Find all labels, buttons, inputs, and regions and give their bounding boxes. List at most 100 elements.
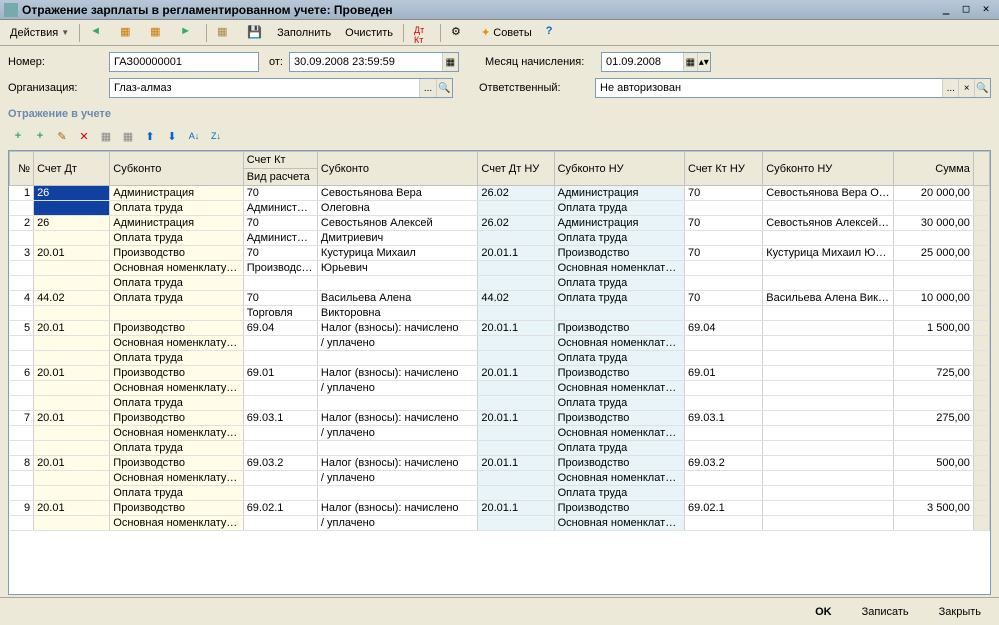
- row-copy-button[interactable]: [30, 126, 50, 146]
- cell[interactable]: [893, 201, 973, 216]
- toolbar-btn-settings[interactable]: [445, 23, 473, 43]
- resp-select-button[interactable]: ...: [942, 79, 958, 97]
- cell[interactable]: [893, 516, 973, 531]
- cell[interactable]: [685, 396, 763, 411]
- cell[interactable]: Викторовна: [317, 306, 477, 321]
- cell[interactable]: 2: [10, 216, 34, 231]
- cell[interactable]: 20.01: [34, 321, 110, 336]
- cell[interactable]: / уплачено: [317, 471, 477, 486]
- cell[interactable]: [478, 381, 554, 396]
- table-row[interactable]: 920.01Производство69.02.1Налог (взносы):…: [10, 501, 990, 516]
- cell[interactable]: 20.01.1: [478, 321, 554, 336]
- cell[interactable]: [317, 486, 477, 501]
- cell[interactable]: [763, 426, 893, 441]
- table-row[interactable]: 444.02Оплата труда70Васильева Алена44.02…: [10, 291, 990, 306]
- cell[interactable]: Производство: [554, 411, 684, 426]
- cell[interactable]: Основная номенклатур...: [554, 261, 684, 276]
- cell[interactable]: [10, 261, 34, 276]
- cell[interactable]: 500,00: [893, 456, 973, 471]
- row-tool2-button[interactable]: ▦: [118, 126, 138, 146]
- cell[interactable]: 10 000,00: [893, 291, 973, 306]
- cell[interactable]: 1: [10, 186, 34, 201]
- toolbar-btn-3[interactable]: [144, 23, 172, 43]
- cell[interactable]: [893, 441, 973, 456]
- cell[interactable]: [763, 351, 893, 366]
- cell[interactable]: [10, 486, 34, 501]
- cell[interactable]: 70: [243, 291, 317, 306]
- clear-button[interactable]: Очистить: [339, 25, 399, 41]
- cell[interactable]: Основная номенклатур...: [110, 426, 243, 441]
- cell[interactable]: [685, 231, 763, 246]
- cell[interactable]: Основная номенклатур...: [554, 426, 684, 441]
- cell[interactable]: Оплата труда: [554, 441, 684, 456]
- cell[interactable]: [763, 396, 893, 411]
- cell[interactable]: [893, 306, 973, 321]
- resp-input[interactable]: [596, 79, 942, 97]
- cell[interactable]: 9: [10, 501, 34, 516]
- table-row[interactable]: Основная номенклатур...ПроизводствоЮрьев…: [10, 261, 990, 276]
- cell[interactable]: [34, 396, 110, 411]
- cell[interactable]: 69.04: [243, 321, 317, 336]
- sort-desc-button[interactable]: [206, 126, 226, 146]
- table-row[interactable]: Основная номенклатур.../ уплаченоОсновна…: [10, 426, 990, 441]
- cell[interactable]: 20.01: [34, 246, 110, 261]
- table-row[interactable]: 520.01Производство69.04Налог (взносы): н…: [10, 321, 990, 336]
- cell[interactable]: [34, 261, 110, 276]
- cell[interactable]: [685, 426, 763, 441]
- row-tool-button[interactable]: ▦: [96, 126, 116, 146]
- cell[interactable]: Оплата труда: [554, 486, 684, 501]
- cell[interactable]: 69.03.2: [685, 456, 763, 471]
- cell[interactable]: Оплата труда: [554, 201, 684, 216]
- cell[interactable]: [685, 381, 763, 396]
- cell[interactable]: [478, 336, 554, 351]
- cell[interactable]: [763, 441, 893, 456]
- cell[interactable]: [10, 351, 34, 366]
- cell[interactable]: [763, 336, 893, 351]
- cell[interactable]: [10, 231, 34, 246]
- cell[interactable]: [685, 201, 763, 216]
- cell[interactable]: Основная номенклатур...: [110, 381, 243, 396]
- cell[interactable]: Основная номенклатур...: [110, 471, 243, 486]
- cell[interactable]: / уплачено: [317, 516, 477, 531]
- cell[interactable]: 20.01.1: [478, 366, 554, 381]
- cell[interactable]: [10, 396, 34, 411]
- fill-button[interactable]: Заполнить: [271, 25, 337, 41]
- cell[interactable]: [243, 441, 317, 456]
- cell[interactable]: [685, 306, 763, 321]
- col-sub2[interactable]: Субконто: [317, 152, 477, 186]
- cell[interactable]: 69.01: [685, 366, 763, 381]
- cell[interactable]: Производство: [110, 321, 243, 336]
- cell[interactable]: [243, 396, 317, 411]
- cell[interactable]: Дмитриевич: [317, 231, 477, 246]
- date-picker-button[interactable]: ▦: [442, 53, 458, 71]
- cell[interactable]: [763, 231, 893, 246]
- cell[interactable]: Оплата труда: [110, 441, 243, 456]
- cell[interactable]: [893, 396, 973, 411]
- cell[interactable]: [685, 516, 763, 531]
- cell[interactable]: 70: [685, 186, 763, 201]
- cell[interactable]: Налог (взносы): начислено: [317, 321, 477, 336]
- cell[interactable]: [10, 441, 34, 456]
- row-add-button[interactable]: [8, 126, 28, 146]
- table-row[interactable]: Оплата трудаАдминистра...ОлеговнаОплата …: [10, 201, 990, 216]
- cell[interactable]: [893, 426, 973, 441]
- sort-asc-button[interactable]: [184, 126, 204, 146]
- close-button-footer[interactable]: Закрыть: [929, 603, 991, 621]
- cell[interactable]: [243, 351, 317, 366]
- cell[interactable]: Администрация: [110, 186, 243, 201]
- cell[interactable]: [478, 441, 554, 456]
- cell[interactable]: [10, 276, 34, 291]
- cell[interactable]: [893, 351, 973, 366]
- cell[interactable]: [893, 336, 973, 351]
- cell[interactable]: [478, 231, 554, 246]
- cell[interactable]: [763, 201, 893, 216]
- row-down-button[interactable]: [162, 126, 182, 146]
- table-row[interactable]: ТорговляВикторовна: [10, 306, 990, 321]
- cell[interactable]: Основная номенклатур...: [554, 336, 684, 351]
- cell[interactable]: 25 000,00: [893, 246, 973, 261]
- cell[interactable]: 3 500,00: [893, 501, 973, 516]
- cell[interactable]: [10, 471, 34, 486]
- cell[interactable]: [685, 351, 763, 366]
- cell[interactable]: [34, 231, 110, 246]
- cell[interactable]: [478, 306, 554, 321]
